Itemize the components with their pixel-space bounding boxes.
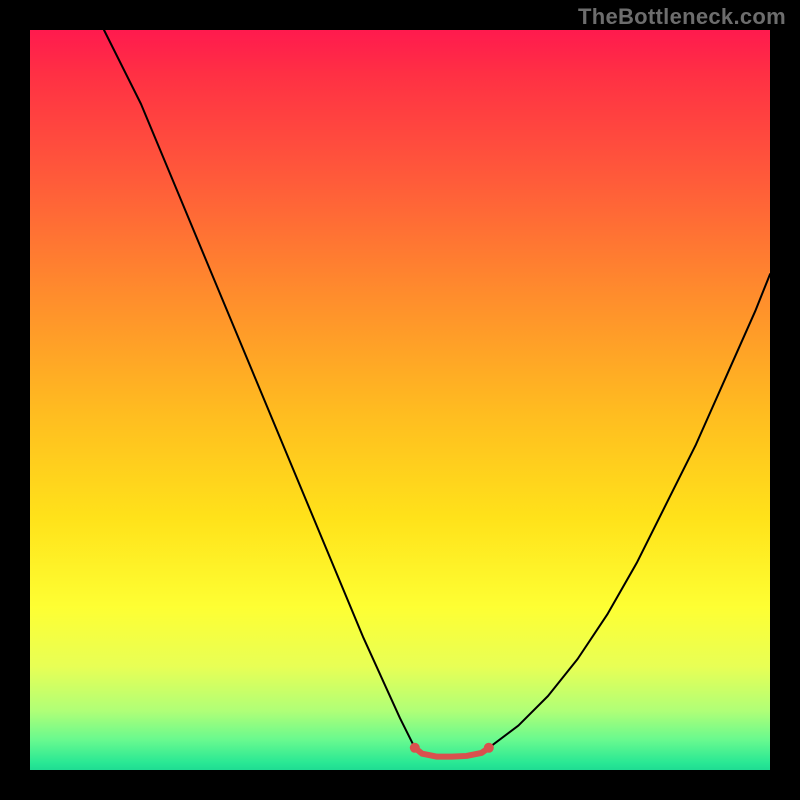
chart-svg xyxy=(30,30,770,770)
series-valley-marker-endcap xyxy=(484,743,494,753)
series-valley-marker-endcap xyxy=(410,743,420,753)
series-layer xyxy=(104,30,770,757)
watermark-text: TheBottleneck.com xyxy=(578,4,786,30)
series-right-curve xyxy=(489,274,770,748)
chart-frame: TheBottleneck.com xyxy=(0,0,800,800)
series-left-curve xyxy=(104,30,415,748)
plot-area xyxy=(30,30,770,770)
series-valley-marker xyxy=(415,748,489,757)
